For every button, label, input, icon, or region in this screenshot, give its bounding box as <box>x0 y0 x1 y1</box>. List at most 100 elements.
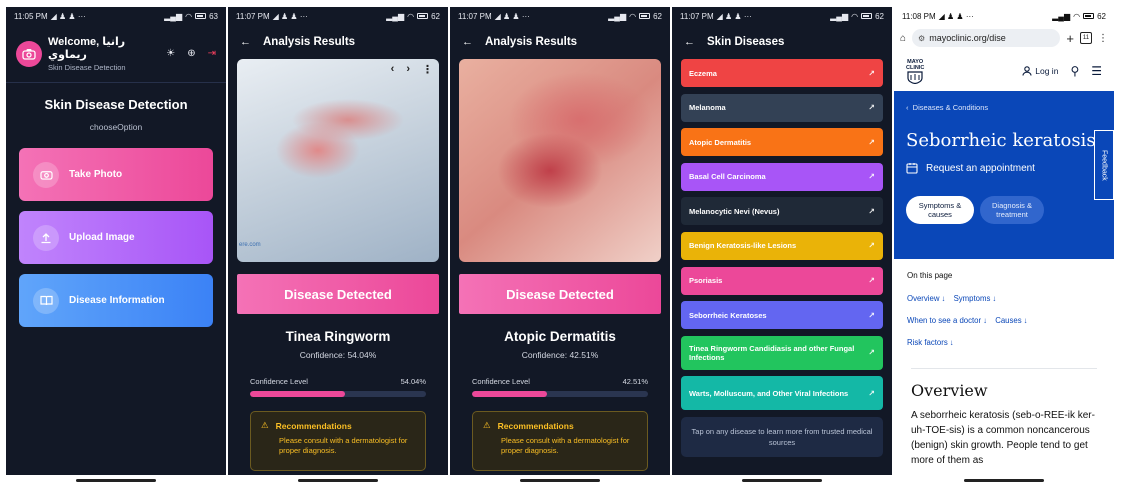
status-icons: ◢ ♟ ♟ ··· <box>716 11 752 21</box>
top-bar: ← Skin Diseases <box>672 25 892 59</box>
logout-icon[interactable]: ⇥ <box>208 48 216 59</box>
new-tab-icon[interactable]: + <box>1066 31 1074 46</box>
home-screen: 11:05 PM ◢ ♟ ♟ ··· ▂▄▆ ◠ 63 Welcome, رانيا … <box>6 7 226 475</box>
chevron-left-icon: ‹ <box>906 103 913 112</box>
url-text: mayoclinic.org/dise <box>929 33 1006 43</box>
anchor-link-risk-factors[interactable]: Risk factors ↓ <box>907 338 954 347</box>
recommendations-box: ⚠ Recommendations Please consult with a … <box>250 411 426 471</box>
disease-list-item-label: Melanoma <box>689 103 726 113</box>
disease-list-item[interactable]: Melanocytic Nevi (Nevus) ↗ <box>681 197 883 226</box>
disease-list-item-label: Warts, Molluscum, and Other Viral Infect… <box>689 388 849 398</box>
prev-chevron-icon[interactable]: ‹ <box>391 63 395 76</box>
upload-image-label: Upload Image <box>69 232 135 243</box>
address-bar[interactable]: ⚙ mayoclinic.org/dise <box>912 29 1061 47</box>
signal-icon: ▂▄▆ <box>608 11 627 21</box>
recommendations-title: Recommendations <box>497 420 574 431</box>
page-title: Seborrheic keratosis <box>906 130 1096 151</box>
status-time: 11:05 PM <box>14 11 48 21</box>
disease-list-item-label: Seborrheic Keratoses <box>689 310 767 320</box>
disease-list-item[interactable]: Warts, Molluscum, and Other Viral Infect… <box>681 376 883 411</box>
disease-list-item[interactable]: Melanoma ↗ <box>681 93 883 122</box>
tab-switcher-icon[interactable]: 11 <box>1080 32 1092 44</box>
header-subtitle: Skin Disease Detection <box>48 62 126 72</box>
disease-list-item[interactable]: Tinea Ringworm Candidiasis and other Fun… <box>681 335 883 370</box>
page-title: Skin Disease Detection <box>44 97 188 112</box>
status-icons: ◢ ♟ ♟ ··· <box>272 11 308 21</box>
mayo-clinic-logo[interactable]: MAYO CLINIC <box>906 59 924 84</box>
anchor-link-overview[interactable]: Overview ↓ <box>907 294 946 303</box>
disease-information-button[interactable]: Disease Information <box>19 274 213 327</box>
disease-detected-banner: Disease Detected <box>237 274 439 314</box>
theme-toggle-icon[interactable]: ☀ <box>166 48 175 59</box>
book-icon <box>33 287 59 314</box>
disease-list-item[interactable]: Basal Cell Carcinoma ↗ <box>681 162 883 191</box>
disease-list: Eczema ↗ Melanoma ↗ Atopic Dermatitis ↗ Basal … <box>672 59 892 411</box>
on-this-page-section: On this page Overview ↓ Symptoms ↓ When t… <box>894 259 1114 354</box>
back-arrow-icon[interactable]: ← <box>684 36 695 48</box>
browser-toolbar: ⌂ ⚙ mayoclinic.org/dise + 11 ⋮ <box>894 25 1114 51</box>
hero-section: ‹ Diseases & Conditions Seborrheic kerat… <box>894 91 1114 259</box>
confidence-value: 54.04% <box>400 377 426 386</box>
next-chevron-icon[interactable]: › <box>406 63 410 76</box>
disease-name: Atopic Dermatitis <box>504 329 616 344</box>
more-vert-icon[interactable]: ⋮ <box>422 63 433 76</box>
external-link-icon: ↗ <box>868 241 875 251</box>
feedback-tab[interactable]: Feedback <box>1094 130 1114 200</box>
screen-title: Analysis Results <box>263 36 356 48</box>
breadcrumb[interactable]: ‹ Diseases & Conditions <box>906 103 1102 112</box>
battery-icon <box>861 13 873 19</box>
choose-option-text: chooseOption <box>89 122 143 132</box>
battery-level: 63 <box>209 11 218 21</box>
confidence-bar-fill <box>250 391 346 397</box>
screen-title: Analysis Results <box>485 36 578 48</box>
calendar-icon <box>906 163 918 174</box>
shield-icon <box>907 70 923 84</box>
anchor-link-when-to-see-doctor[interactable]: When to see a doctor ↓ <box>907 316 987 325</box>
battery-level: 62 <box>431 11 440 21</box>
disease-list-item-label: Eczema <box>689 68 717 78</box>
anchor-link-symptoms[interactable]: Symptoms ↓ <box>954 294 997 303</box>
warning-icon: ⚠ <box>261 420 269 430</box>
breadcrumb-label: Diseases & Conditions <box>912 103 989 112</box>
disease-list-item[interactable]: Benign Keratosis-like Lesions ↗ <box>681 231 883 260</box>
back-arrow-icon[interactable]: ← <box>462 36 473 48</box>
home-indicator <box>298 479 378 482</box>
home-icon[interactable]: ⌂ <box>900 33 906 44</box>
request-appointment-link[interactable]: Request an appointment <box>906 162 1102 174</box>
take-photo-label: Take Photo <box>69 169 123 180</box>
language-globe-icon[interactable]: ⊕ <box>187 48 195 59</box>
disease-list-item[interactable]: Atopic Dermatitis ↗ <box>681 128 883 157</box>
user-icon <box>1022 66 1032 76</box>
browser-menu-icon[interactable]: ⋮ <box>1098 33 1108 44</box>
tab-diagnosis-treatment[interactable]: Diagnosis & treatment <box>980 196 1044 224</box>
login-link[interactable]: Log in <box>1022 66 1058 76</box>
search-icon[interactable]: ⚲ <box>1070 64 1079 78</box>
disease-list-item[interactable]: Psoriasis ↗ <box>681 266 883 295</box>
recommendations-title: Recommendations <box>275 420 352 431</box>
analysis-results-screen: 11:07 PM ◢ ♟ ♟ ··· ▂▄▆ ◠ 62 ← Analysis Resu… <box>450 7 670 475</box>
anchor-link-causes[interactable]: Causes ↓ <box>995 316 1028 325</box>
take-photo-button[interactable]: Take Photo <box>19 148 213 201</box>
wifi-icon: ◠ <box>1073 11 1081 21</box>
confidence-text: Confidence: 42.51% <box>521 350 599 360</box>
warning-icon: ⚠ <box>483 420 491 430</box>
disease-detected-banner: Disease Detected <box>459 274 661 314</box>
site-settings-icon[interactable]: ⚙ <box>918 34 925 43</box>
upload-image-button[interactable]: Upload Image <box>19 211 213 264</box>
overview-paragraph: A seborrheic keratosis (seb-o-REE-ik ker… <box>911 410 1095 466</box>
hamburger-menu-icon[interactable]: ☰ <box>1091 64 1102 78</box>
disease-list-item-label: Benign Keratosis-like Lesions <box>689 241 797 251</box>
recommendations-text: Please consult with a dermatologist for … <box>501 436 630 455</box>
disease-list-item-label: Melanocytic Nevi (Nevus) <box>689 206 780 216</box>
confidence-value: 42.51% <box>622 377 648 386</box>
back-arrow-icon[interactable]: ← <box>240 36 251 48</box>
disease-list-item[interactable]: Eczema ↗ <box>681 59 883 87</box>
external-link-icon: ↗ <box>868 103 875 113</box>
analysis-results-screen: 11:07 PM ◢ ♟ ♟ ··· ▂▄▆ ◠ 62 ← Analysis Resu… <box>228 7 448 475</box>
disease-list-item-label: Tinea Ringworm Candidiasis and other Fun… <box>689 343 855 362</box>
tab-symptoms-causes[interactable]: Symptoms & causes <box>906 196 974 224</box>
battery-icon <box>1083 13 1095 19</box>
status-time: 11:08 PM <box>902 11 936 21</box>
battery-icon <box>195 13 207 19</box>
disease-list-item[interactable]: Seborrheic Keratoses ↗ <box>681 301 883 330</box>
